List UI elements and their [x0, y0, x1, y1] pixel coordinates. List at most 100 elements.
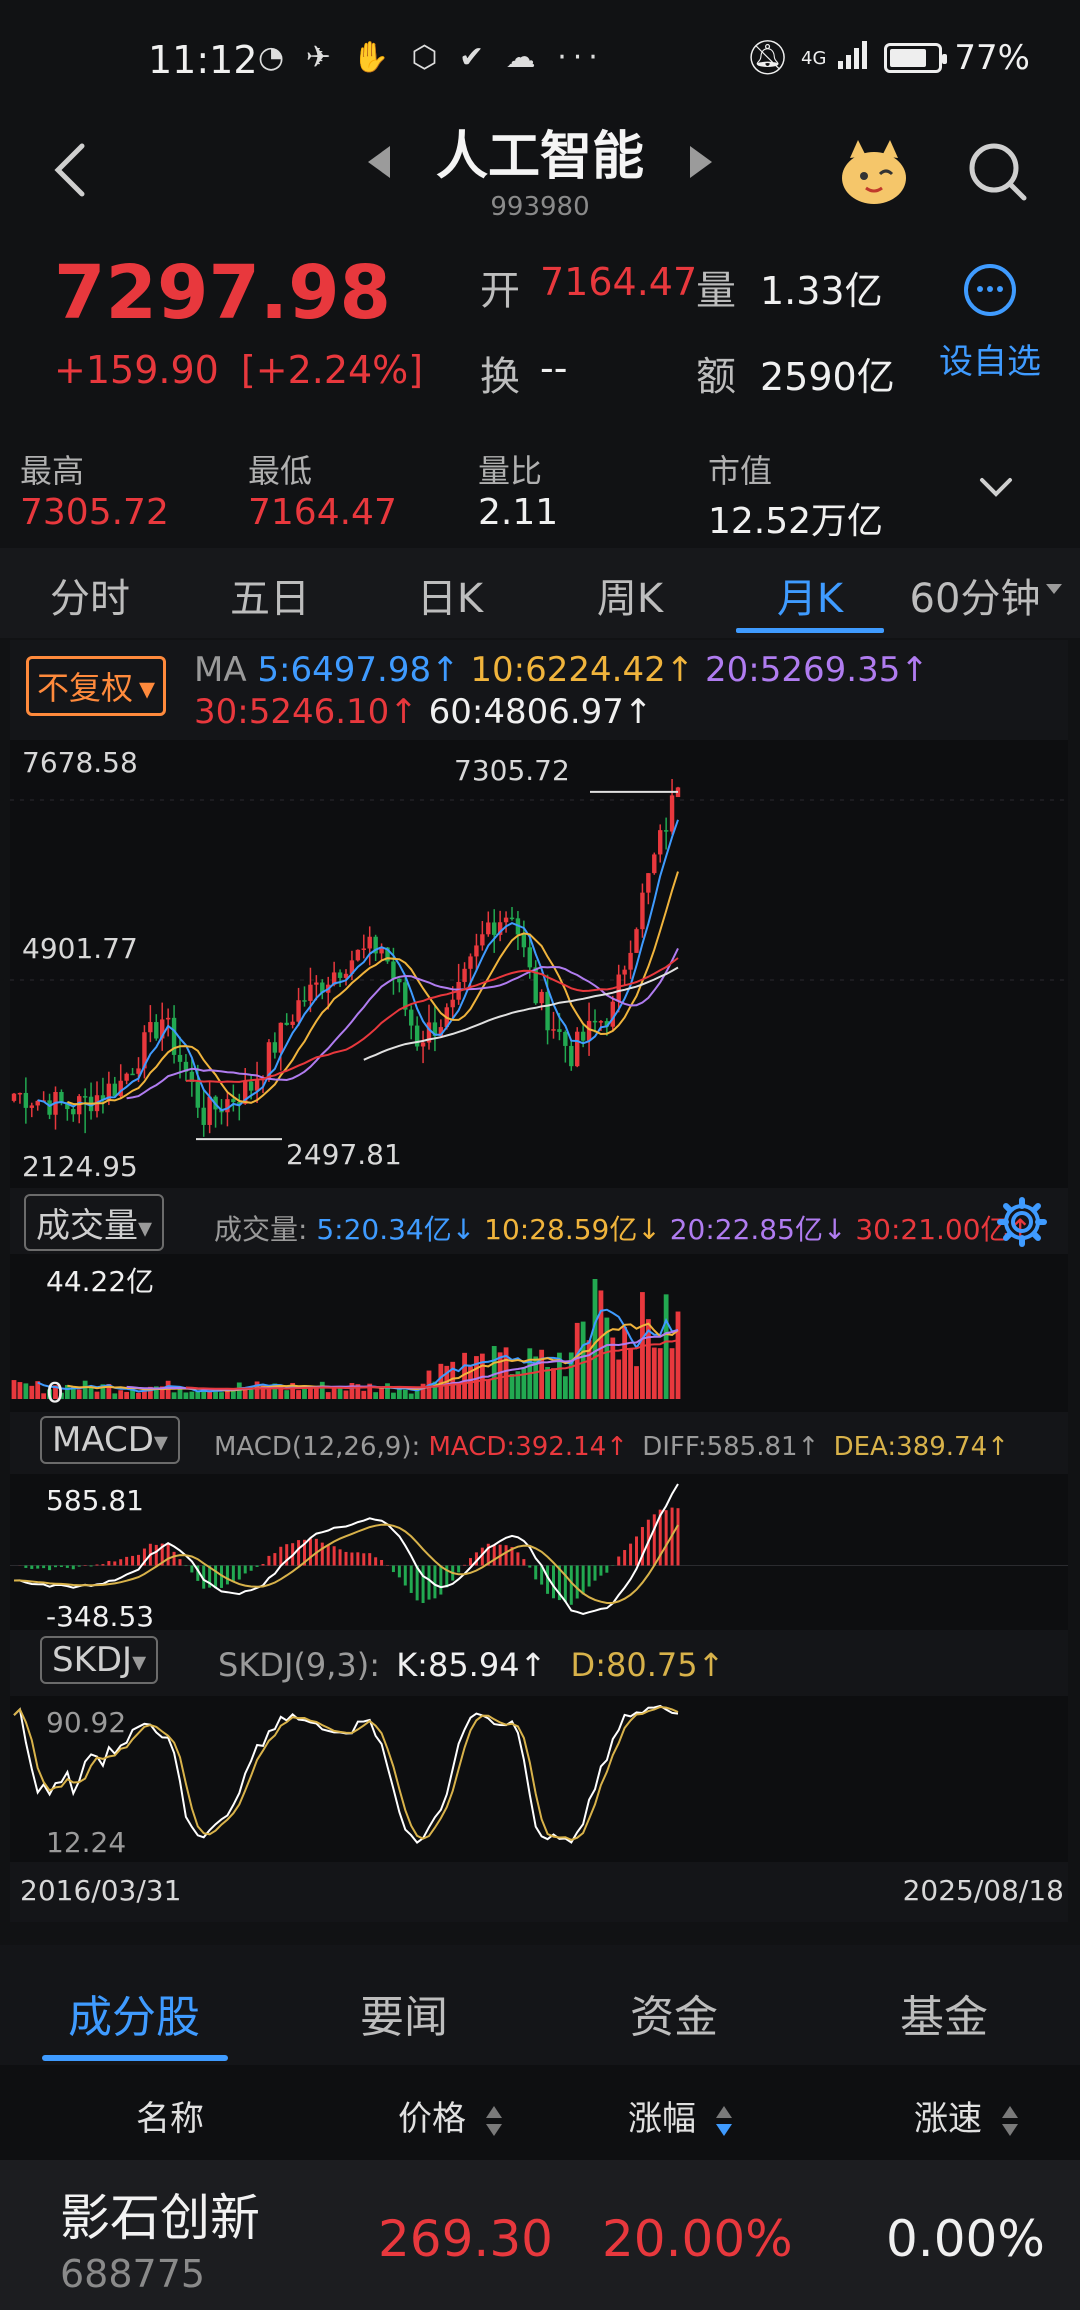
macd-bar — [119, 1559, 123, 1566]
candle-body — [314, 982, 319, 985]
skdj-selector[interactable]: SKDJ▾ — [40, 1636, 159, 1684]
candle-body — [640, 892, 645, 930]
volume-bar — [509, 1374, 515, 1399]
macd-bar — [101, 1564, 105, 1566]
settings-gear-icon[interactable] — [996, 1196, 1048, 1248]
candle-body — [17, 1092, 23, 1095]
volume-bar — [592, 1279, 598, 1399]
col-name[interactable]: 名称 — [136, 2091, 204, 2140]
volume-bar — [551, 1368, 556, 1399]
candle-body — [290, 1021, 295, 1025]
volume-bar — [124, 1391, 130, 1399]
macd-bar — [362, 1553, 366, 1566]
col-speed[interactable]: 涨速 — [914, 2091, 1019, 2140]
candle-body — [539, 991, 544, 1004]
ma30-value: 30:5246.10↑ — [194, 692, 418, 732]
tab-intraday[interactable]: 分时 — [10, 566, 170, 624]
mute-icon: 🔕︎ — [745, 38, 790, 78]
candlestick-chart[interactable] — [10, 740, 1068, 1180]
volume-bar — [207, 1392, 213, 1399]
stat-low-value: 7164.47 — [248, 492, 397, 533]
macd-bar — [599, 1565, 603, 1576]
volume-bar — [189, 1391, 195, 1399]
col-change[interactable]: 涨幅 — [628, 2091, 733, 2140]
chevron-down-icon[interactable] — [978, 470, 1014, 506]
macd-bar — [184, 1565, 188, 1567]
macd-value: MACD:392.14↑ — [428, 1432, 628, 1462]
caret-down-icon: ▾ — [139, 669, 156, 707]
candle-body — [148, 1022, 153, 1033]
tab-60min[interactable]: 60分钟 — [900, 566, 1050, 624]
vol-y-top: 44.22亿 — [46, 1265, 155, 1298]
macd-bar — [166, 1543, 170, 1566]
candle-body — [11, 1093, 17, 1101]
tab-capital[interactable]: 资金 — [574, 1981, 774, 2045]
volume-bar — [657, 1348, 663, 1399]
ma10-value: 10:6224.42↑ — [470, 650, 695, 690]
candle-body — [201, 1107, 206, 1125]
caret-down-icon[interactable] — [1046, 584, 1062, 594]
volume-chart[interactable] — [10, 1254, 1068, 1404]
macd-bar — [629, 1543, 633, 1566]
macd-bar — [581, 1565, 585, 1595]
macd-bar — [492, 1544, 496, 1566]
volume-legend: 成交量: 5:20.34亿↓ 10:28.59亿↓ 20:22.85亿↓ 30:… — [214, 1208, 1032, 1248]
next-index-icon[interactable] — [690, 146, 712, 178]
volume-bar — [136, 1392, 141, 1399]
stats-row: 最高 7305.72 最低 7164.47 量比 2.11 市值 12.52万亿 — [0, 440, 1080, 550]
candle-body — [610, 1001, 615, 1027]
dea-value: DEA:389.74↑ — [833, 1432, 1009, 1462]
tab-funds[interactable]: 基金 — [844, 1981, 1044, 2045]
tab-constituents[interactable]: 成分股 — [34, 1981, 234, 2045]
volume-bar — [76, 1389, 82, 1399]
candle-body — [231, 1099, 236, 1103]
col-price[interactable]: 价格 — [398, 2091, 503, 2140]
diff-value: DIFF:585.81↑ — [642, 1432, 820, 1462]
skdj-chart[interactable] — [10, 1696, 1068, 1860]
table-row[interactable]: 影石创新 688775 269.30 20.00% 0.00% — [0, 2160, 1080, 2310]
volume-bar — [562, 1376, 568, 1399]
macd-chart[interactable] — [10, 1474, 1068, 1624]
volume-bar — [349, 1382, 355, 1399]
candle-body — [71, 1109, 76, 1115]
mascot-icon[interactable] — [836, 134, 912, 210]
macd-bar — [261, 1563, 265, 1566]
content-tabs: 成分股 要闻 资金 基金 — [0, 1945, 1080, 2065]
volume-bar — [11, 1380, 17, 1399]
tab-weekly-k[interactable]: 周K — [550, 566, 710, 624]
volume-selector[interactable]: 成交量▾ — [24, 1194, 165, 1251]
candle-body — [29, 1105, 34, 1108]
macd-selector[interactable]: MACD▾ — [40, 1416, 180, 1464]
tab-daily-k[interactable]: 日K — [370, 566, 530, 624]
candle-body — [492, 922, 497, 935]
tab-five-day[interactable]: 五日 — [190, 566, 350, 624]
tab-news[interactable]: 要闻 — [304, 1981, 504, 2045]
macd-bar — [137, 1554, 140, 1566]
search-icon[interactable] — [964, 138, 1030, 204]
macd-bar — [131, 1555, 135, 1566]
adjust-mode-button[interactable]: 不复权 ▾ — [26, 656, 167, 716]
candle-body — [580, 1031, 586, 1041]
stock-speed: 0.00% — [886, 2210, 1045, 2268]
macd-bar — [605, 1565, 609, 1573]
sort-icon — [1001, 2105, 1018, 2136]
candle-body — [391, 961, 396, 979]
candle-body — [361, 948, 366, 950]
ma-legend-line2: 30:5246.10↑ 60:4806.97↑ — [194, 692, 652, 732]
volume-bar — [521, 1368, 527, 1399]
macd-bar — [273, 1553, 277, 1566]
add-favorite-button[interactable]: 设自选 — [930, 264, 1050, 383]
candle-body — [658, 830, 663, 855]
candle-body — [284, 1022, 289, 1025]
page-title: 人工智能 — [435, 127, 644, 187]
macd-bar — [214, 1565, 218, 1589]
volume-bar — [165, 1380, 171, 1399]
macd-bar — [635, 1536, 638, 1566]
y-axis-top-label: 7678.58 — [22, 746, 138, 779]
candle-body — [592, 1020, 598, 1023]
volume-bar — [94, 1391, 100, 1399]
macd-y-top: 585.81 — [46, 1484, 144, 1517]
volume-bar — [183, 1392, 189, 1399]
tab-monthly-k[interactable]: 月K — [730, 566, 890, 624]
macd-bar — [391, 1565, 395, 1573]
